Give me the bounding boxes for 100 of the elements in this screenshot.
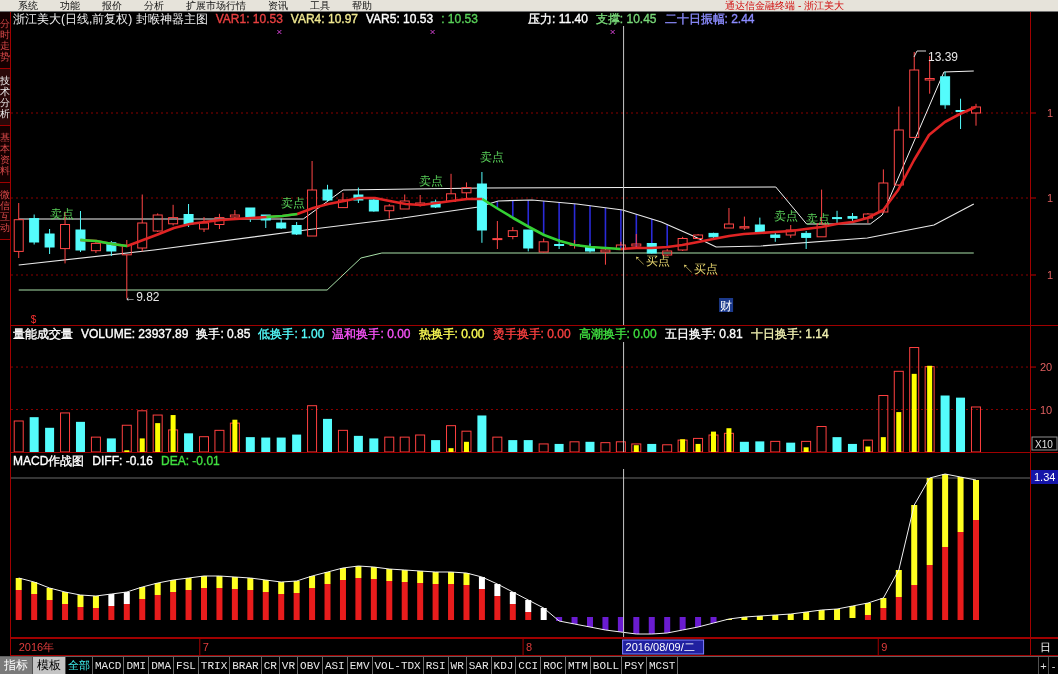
- indicator-tab[interactable]: KDJ: [491, 657, 517, 674]
- sell-signal-label: 卖点: [49, 207, 74, 221]
- legend-value: 温和换手: 0.00: [332, 326, 411, 342]
- volume-bar: [770, 440, 781, 452]
- volume-bar: [261, 437, 271, 452]
- legend-value: 换手: 0.85: [196, 326, 251, 342]
- indicator-tab[interactable]: 全部: [66, 657, 93, 674]
- indicator-tab[interactable]: BRAR: [230, 657, 262, 674]
- indicator-tab[interactable]: PSY: [622, 657, 647, 674]
- indicator-tab[interactable]: DMA: [149, 657, 175, 674]
- menu-item[interactable]: 系统: [18, 0, 38, 11]
- volume-bar: [662, 444, 673, 452]
- volume-bar: [755, 441, 765, 452]
- volume-bar: [307, 405, 318, 452]
- volume-bar: [399, 436, 410, 452]
- volume-bar: [415, 434, 426, 452]
- volume-bar: [76, 421, 85, 452]
- indicator-tab[interactable]: TRIX: [198, 657, 231, 674]
- sell-signal-label: 卖点: [480, 150, 505, 164]
- volume-bar: [832, 437, 842, 452]
- legend-value: 十日换手: 1.14: [750, 326, 829, 342]
- side-tab[interactable]: 微信互动: [0, 183, 10, 240]
- legend-value: 低换手: 1.00: [258, 326, 325, 342]
- volume-bar: [214, 429, 225, 452]
- sell-signal-label: 卖点: [773, 209, 798, 223]
- indicator-tab[interactable]: ROC: [541, 657, 566, 674]
- sell-signal-label: 卖点: [418, 174, 443, 188]
- volume-bar: [106, 438, 116, 452]
- axis-value-tag: 1.34: [1031, 470, 1058, 484]
- menu-item[interactable]: 扩展市场行情: [186, 0, 246, 11]
- indicator-tab[interactable]: EMV: [347, 657, 373, 674]
- zoom-button[interactable]: +: [1038, 657, 1048, 674]
- volume-bar: [90, 436, 101, 452]
- indicator-tab[interactable]: SAR: [466, 657, 492, 674]
- indicator-tab[interactable]: BOLL: [590, 657, 623, 674]
- volume-bar: [384, 436, 395, 452]
- menu-item[interactable]: 工具: [310, 0, 330, 11]
- mode-tab[interactable]: 指标: [0, 657, 33, 674]
- indicator-tab[interactable]: MCST: [647, 657, 679, 674]
- legend-value: 热换手: 0.00: [418, 326, 485, 342]
- axis-label: 1: [1047, 269, 1054, 281]
- indicator-tab[interactable]: MACD: [93, 657, 125, 674]
- volume-bar: [45, 427, 55, 452]
- date-axis-label: 8: [526, 641, 533, 653]
- volume-bar: [940, 395, 950, 452]
- volume-bar: [323, 418, 332, 452]
- date-axis-label: 7: [202, 641, 209, 653]
- axis-label: 1: [1047, 107, 1054, 119]
- volume-bar: [29, 417, 39, 452]
- buy-signal-label: ↖买点: [682, 262, 719, 276]
- menu-item[interactable]: 功能: [60, 0, 80, 11]
- indicator-tab[interactable]: CCI: [516, 657, 542, 674]
- side-tab[interactable]: 分时走势: [0, 12, 10, 69]
- indicator-tab[interactable]: VR: [279, 657, 299, 674]
- event-marker-label: $: [30, 314, 37, 325]
- zoom-button[interactable]: -: [1048, 657, 1058, 674]
- indicator-tab[interactable]: DMI: [124, 657, 150, 674]
- legend-value: 支撑: 10.45: [595, 12, 657, 26]
- x-mark-icon: [610, 29, 616, 35]
- indicator-tab[interactable]: OBV: [298, 657, 323, 674]
- volume-bar: [199, 436, 209, 452]
- mode-tab[interactable]: 模板: [33, 657, 66, 674]
- high-price-label: 13.39: [928, 50, 959, 64]
- axis-label: 20: [1040, 361, 1053, 374]
- legend-value: 烫手换手: 0.00: [492, 326, 571, 342]
- volume-bar: [477, 415, 487, 452]
- volume-bar: [276, 437, 286, 452]
- volume-bar: [523, 440, 533, 452]
- indicator-tab[interactable]: ASI: [322, 657, 348, 674]
- legend-value: 五日换手: 0.81: [664, 326, 743, 342]
- side-tab[interactable]: 基本资料: [0, 126, 10, 183]
- volume-bar: [786, 442, 796, 452]
- volume-bar: [184, 433, 194, 452]
- legend-value: VAR5: 10.53: [366, 12, 434, 26]
- menu-item[interactable]: 帮助: [352, 0, 372, 11]
- volume-bar: [353, 435, 363, 452]
- volume-bar: [739, 441, 749, 452]
- indicator-tab[interactable]: RSI: [423, 657, 449, 674]
- indicator-tab[interactable]: VOL-TDX: [372, 657, 424, 674]
- legend-value: VAR4: 10.97: [290, 12, 358, 26]
- menu-item[interactable]: 报价: [102, 0, 122, 11]
- volume-bar: [369, 438, 379, 452]
- chart-title: 浙江美大(日线,前复权) 封喉神器主图: [13, 12, 208, 26]
- x-mark-icon: [276, 29, 282, 35]
- indicator-tab[interactable]: MTM: [566, 657, 591, 674]
- volume-bar: [569, 441, 580, 452]
- indicator-tab[interactable]: WR: [448, 657, 467, 674]
- menu-item[interactable]: 资讯: [268, 0, 288, 11]
- window-title: 通达信金融终端 - 浙江美大: [725, 0, 844, 11]
- volume-bar: [615, 441, 626, 452]
- menu-item[interactable]: 分析: [144, 0, 164, 11]
- indicator-tab[interactable]: CR: [261, 657, 280, 674]
- volume-bar: [13, 420, 24, 452]
- indicator-tab[interactable]: FSL: [174, 657, 199, 674]
- volume-bar: [847, 443, 857, 452]
- buy-signal-label: ↖买点: [633, 254, 670, 268]
- side-tab[interactable]: 技术分析: [0, 69, 10, 126]
- volume-bar: [956, 397, 965, 452]
- volume-bar: [554, 443, 564, 452]
- date-axis-label: 2016年: [18, 641, 55, 653]
